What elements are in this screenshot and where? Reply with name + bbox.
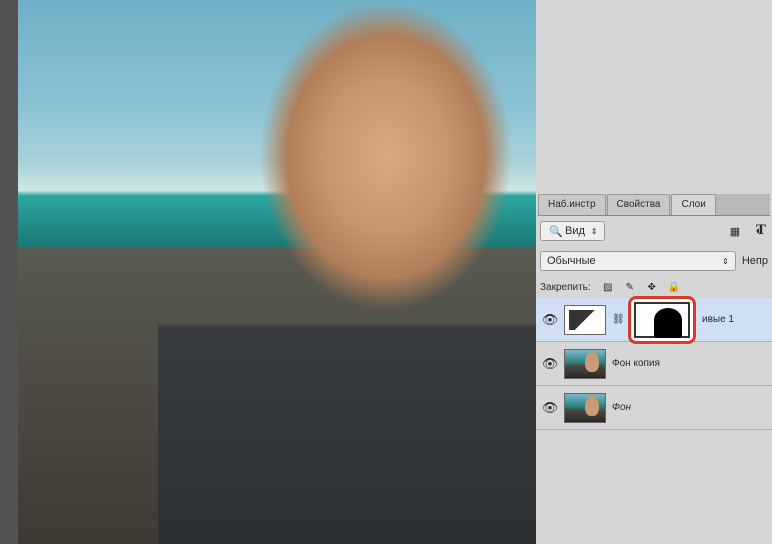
lock-label: Закрепить: <box>540 282 591 293</box>
photo-subject <box>158 0 538 544</box>
layer-thumb[interactable] <box>564 349 606 379</box>
panel-tabs: Наб.инстр Свойства Слои <box>538 194 770 216</box>
layers-list: 👁 ⛓ ивые 1 👁 Фон копия 👁 Фон <box>536 298 772 544</box>
tab-layers[interactable]: Слои <box>671 194 715 215</box>
layer-thumb[interactable] <box>564 393 606 423</box>
filter-image-icon[interactable]: ▦ <box>726 222 744 240</box>
blend-mode-select[interactable]: Обычные ⇕ <box>540 251 736 271</box>
lock-all-icon[interactable]: 🔒 <box>667 280 681 294</box>
blend-mode-value: Обычные <box>547 255 596 267</box>
layer-name[interactable]: ивые 1 <box>702 314 734 325</box>
chevron-updown-icon: ⇕ <box>722 257 729 266</box>
visibility-eye-icon[interactable]: 👁 <box>542 356 558 372</box>
tab-properties[interactable]: Свойства <box>607 194 671 215</box>
layer-row[interactable]: 👁 Фон <box>536 386 772 430</box>
layer-name[interactable]: Фон копия <box>612 358 660 369</box>
layer-row[interactable]: 👁 Фон копия <box>536 342 772 386</box>
lock-transparency-icon[interactable]: ▨ <box>601 280 615 294</box>
chevron-updown-icon: ⇕ <box>591 227 598 236</box>
adjustment-thumb[interactable] <box>564 305 606 335</box>
layer-filter-kind[interactable]: 🔍 Вид ⇕ <box>540 221 605 241</box>
visibility-eye-icon[interactable]: 👁 <box>542 400 558 416</box>
lock-pixels-icon[interactable]: ✎ <box>623 280 637 294</box>
layer-filter-row: 🔍 Вид ⇕ ▦ ◐ <box>540 220 768 242</box>
filter-text-icon[interactable]: T <box>756 222 766 239</box>
panels: Наб.инстр Свойства Слои 🔍 Вид ⇕ ▦ ◐ T Об… <box>536 0 772 544</box>
layer-row[interactable]: 👁 ⛓ ивые 1 <box>536 298 772 342</box>
blend-row: Обычные ⇕ Непр <box>540 250 768 272</box>
lock-row: Закрепить: ▨ ✎ ✥ 🔒 <box>540 278 768 296</box>
opacity-label: Непр <box>742 255 768 267</box>
search-icon: 🔍 <box>547 222 565 240</box>
lock-icons: ▨ ✎ ✥ 🔒 <box>601 280 681 294</box>
visibility-eye-icon[interactable]: 👁 <box>542 312 558 328</box>
lock-position-icon[interactable]: ✥ <box>645 280 659 294</box>
link-icon[interactable]: ⛓ <box>612 314 622 325</box>
layer-filter-kind-label: Вид <box>565 225 585 237</box>
tab-tool-presets[interactable]: Наб.инстр <box>538 194 606 215</box>
canvas-image <box>18 0 536 544</box>
layer-name[interactable]: Фон <box>612 402 631 413</box>
mask-highlight <box>628 296 696 344</box>
layer-mask-thumb[interactable] <box>634 302 690 338</box>
